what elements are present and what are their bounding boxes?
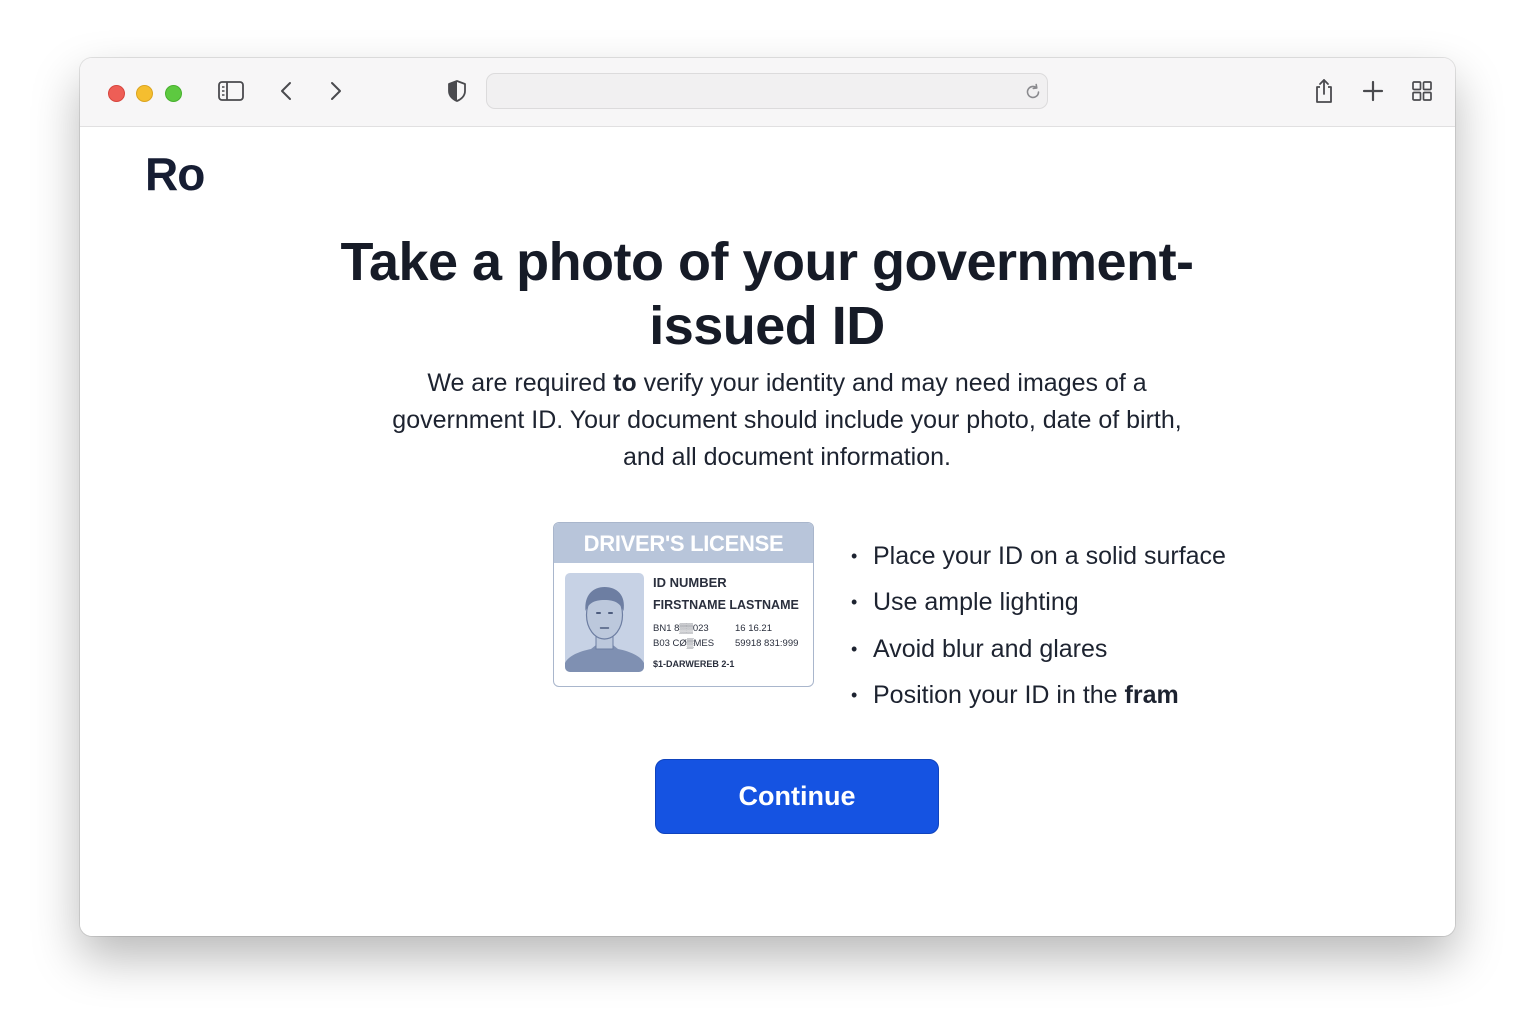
id-detail-1-right: 16 16.21: [735, 623, 772, 634]
tip-item: • Avoid blur and glares: [851, 634, 1108, 663]
page-content: Ro Take a photo of your government-issue…: [80, 127, 1455, 936]
minimize-window-button[interactable]: [136, 85, 153, 102]
id-detail-2-right: 59918 831:999: [735, 638, 799, 649]
plus-icon[interactable]: [1360, 78, 1386, 104]
id-detail-2-left: B03 CØ▒MES: [653, 638, 715, 649]
page-title: Take a photo of your government-issued I…: [340, 232, 1194, 356]
id-detail-1-left: BN1 8▒▒023: [653, 623, 709, 634]
chevron-right-icon[interactable]: [326, 78, 346, 104]
tip-item: • Place your ID on a solid surface: [851, 542, 1226, 570]
ro-logo[interactable]: Ro: [145, 147, 205, 201]
zoom-window-button[interactable]: [165, 85, 182, 102]
address-bar[interactable]: [486, 73, 1048, 109]
sidebar-icon[interactable]: [217, 79, 245, 103]
tip-item: • Position your ID in the fram: [851, 680, 1179, 709]
grid-icon[interactable]: [1409, 78, 1435, 104]
browser-window: Ro Take a photo of your government-issue…: [80, 58, 1455, 936]
tip-bold-text: fram: [1124, 680, 1179, 709]
continue-button[interactable]: Continue: [655, 759, 939, 834]
tip-text: Position your ID in the: [873, 680, 1125, 709]
page-description: We are required to verify your identity …: [382, 365, 1192, 476]
tip-text: Use ample lighting: [873, 588, 1079, 617]
id-card-header: DRIVER'S LICENSE: [554, 523, 813, 563]
id-card-photo: [565, 573, 644, 672]
shield-icon[interactable]: [444, 78, 470, 104]
share-icon[interactable]: [1311, 76, 1337, 106]
id-number-label: ID NUMBER: [653, 575, 727, 590]
tip-item: • Use ample lighting: [851, 588, 1079, 617]
close-window-button[interactable]: [108, 85, 125, 102]
tip-text: Avoid blur and glares: [873, 634, 1108, 663]
id-card-illustration: DRIVER'S LICENSE ID NUMBER FIRSTNAME LAS…: [553, 522, 814, 687]
description-bold: to: [613, 369, 637, 397]
id-name-label: FIRSTNAME LASTNAME: [653, 598, 799, 612]
tip-text: Place your ID on a solid surface: [873, 542, 1226, 570]
chevron-left-icon[interactable]: [276, 78, 296, 104]
reload-icon[interactable]: [1023, 82, 1043, 102]
description-text-1: We are required: [427, 369, 614, 397]
id-photo-tips-list: • Place your ID on a solid surface • Use a…: [851, 533, 1226, 718]
id-detail-3: $1-DARWEREB 2-1: [653, 659, 735, 669]
browser-toolbar: [80, 58, 1455, 127]
person-avatar-icon: [565, 587, 644, 672]
